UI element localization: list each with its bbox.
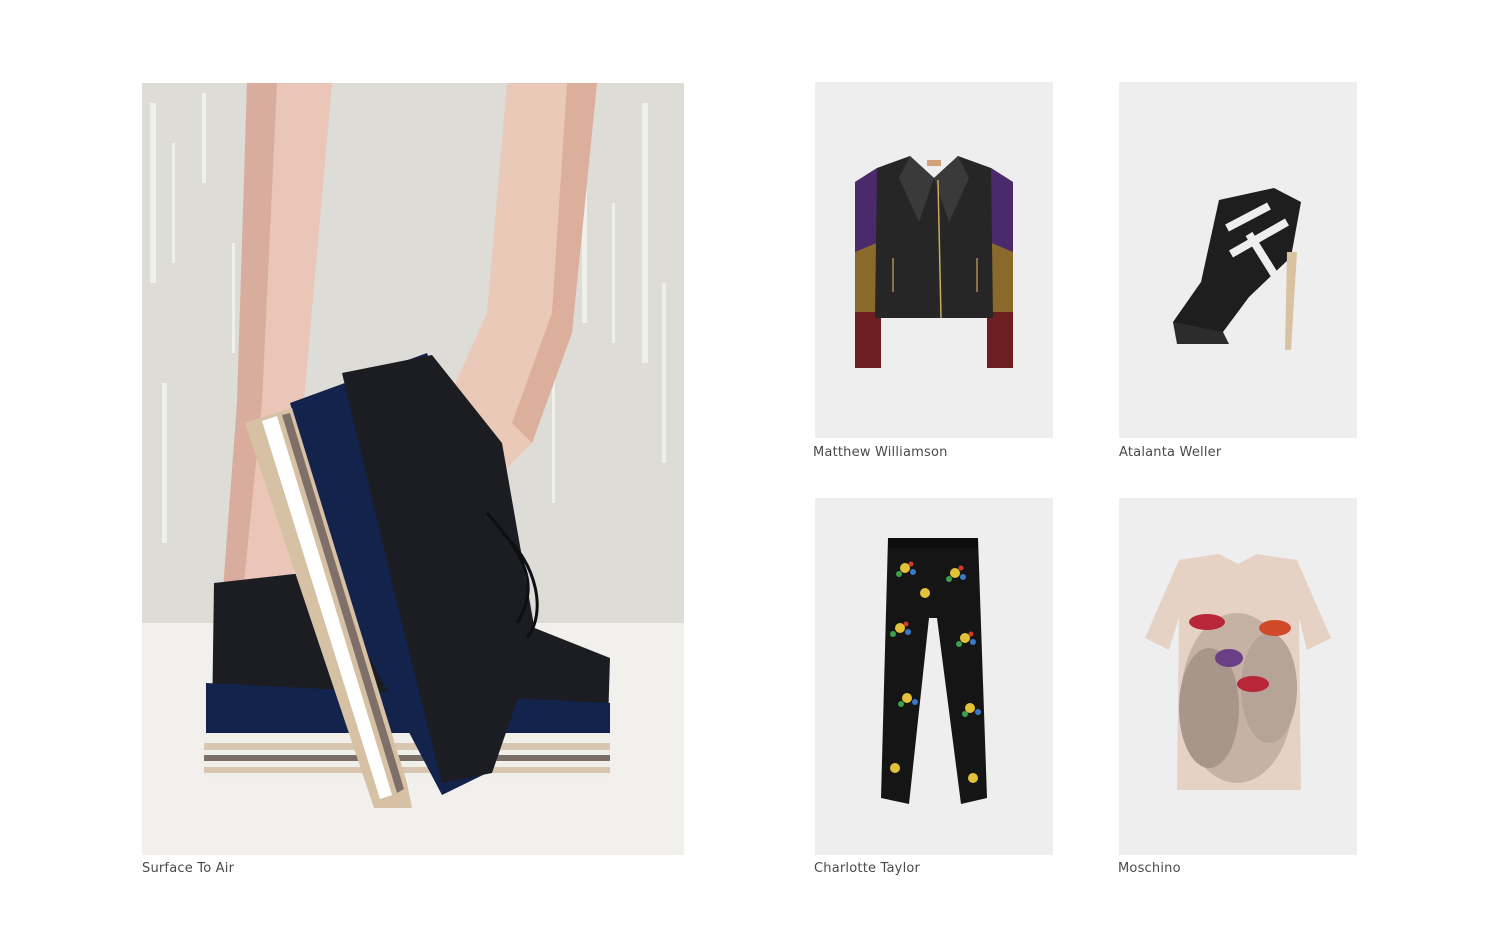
high-heel-bootie-illustration <box>1173 188 1301 350</box>
printed-trousers-illustration <box>881 538 987 804</box>
leather-jacket-illustration <box>855 156 1013 368</box>
product-image-jacket[interactable] <box>815 82 1053 438</box>
product-caption[interactable]: Atalanta Weller <box>1119 445 1221 460</box>
product-image-tee[interactable] <box>1119 498 1357 855</box>
product-image-pants[interactable] <box>815 498 1053 855</box>
hero-image[interactable] <box>142 83 684 855</box>
platform-shoes-illustration <box>142 83 684 855</box>
face-print-tshirt-illustration <box>1145 554 1331 790</box>
product-caption[interactable]: Moschino <box>1118 861 1181 876</box>
hero-caption[interactable]: Surface To Air <box>142 861 234 876</box>
product-caption[interactable]: Charlotte Taylor <box>814 861 920 876</box>
product-image-heel[interactable] <box>1119 82 1357 438</box>
product-caption[interactable]: Matthew Williamson <box>813 445 948 460</box>
